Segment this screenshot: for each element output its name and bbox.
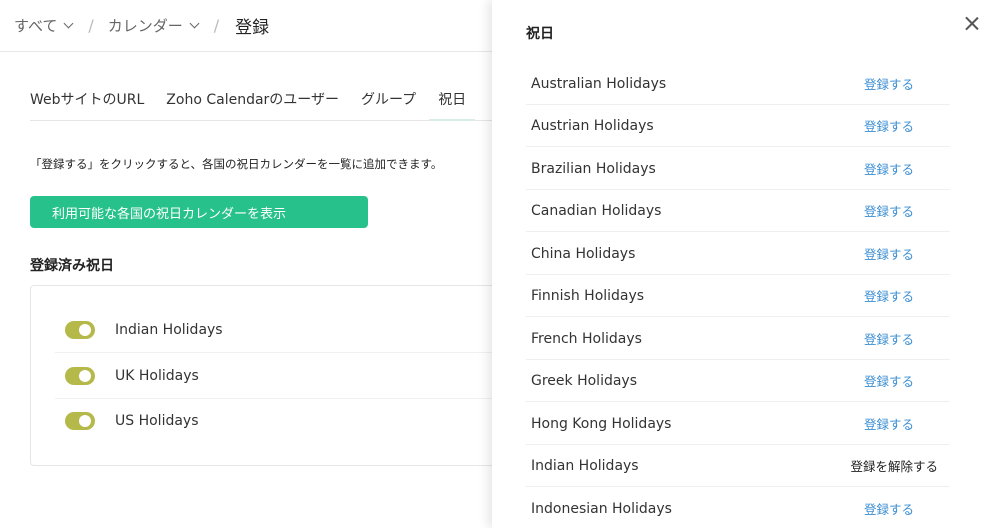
holiday-row: Australian Holidays 登録する — [526, 63, 950, 105]
chevron-down-icon — [189, 18, 200, 29]
subscribe-link[interactable]: 登録する — [864, 329, 950, 348]
holiday-name: Brazilian Holidays — [531, 160, 656, 177]
toggle-knob — [79, 323, 91, 336]
holiday-name: Australian Holidays — [531, 75, 667, 92]
holiday-row: Hong Kong Holidays 登録する — [526, 403, 950, 445]
holiday-row: Indian Holidays 登録を解除する — [526, 445, 950, 487]
toggle-switch[interactable] — [65, 366, 95, 385]
subscribe-link[interactable]: 登録する — [864, 74, 950, 93]
page-title: 登録 — [235, 18, 270, 38]
holiday-row: Canadian Holidays 登録する — [526, 190, 950, 232]
holiday-name: Hong Kong Holidays — [531, 415, 672, 432]
unsubscribe-link[interactable]: 登録を解除する — [850, 456, 938, 475]
holiday-row: China Holidays 登録する — [526, 233, 950, 275]
holiday-row: Austrian Holidays 登録する — [526, 105, 950, 147]
subscribe-link[interactable]: 登録する — [864, 499, 950, 518]
close-icon[interactable] — [960, 12, 984, 36]
tab-zoho-users[interactable]: Zoho Calendarのユーザー — [166, 80, 339, 121]
holiday-name: China Holidays — [531, 245, 636, 262]
subscribe-link[interactable]: 登録する — [864, 244, 950, 263]
subscribed-holidays-list: Indian Holidays UK Holidays US Holidays — [30, 285, 500, 466]
tab-website-url[interactable]: WebサイトのURL — [30, 80, 144, 121]
holiday-row: Finnish Holidays 登録する — [526, 275, 950, 317]
subscribe-link[interactable]: 登録する — [864, 116, 950, 135]
breadcrumb-calendar-label: カレンダー — [107, 17, 183, 35]
breadcrumb: すべて / カレンダー / 登録 — [0, 0, 492, 52]
breadcrumb-calendar[interactable]: カレンダー — [107, 15, 200, 36]
holiday-name: Austrian Holidays — [531, 117, 654, 134]
holiday-name: Indonesian Holidays — [531, 500, 672, 517]
subscribed-item: UK Holidays — [55, 353, 499, 399]
subscribed-item-name: US Holidays — [115, 413, 199, 429]
tab-groups[interactable]: グループ — [361, 80, 416, 121]
toggle-knob — [79, 369, 91, 382]
holiday-row: Brazilian Holidays 登録する — [526, 148, 950, 190]
toggle-switch[interactable] — [65, 412, 95, 430]
drawer-title: 祝日 — [526, 26, 554, 42]
subscribed-holidays-title: 登録済み祝日 — [30, 258, 114, 274]
subscribe-link[interactable]: 登録する — [864, 286, 950, 305]
toggle-knob — [79, 415, 91, 427]
subscribed-item-name: Indian Holidays — [115, 321, 223, 338]
toggle-switch[interactable] — [65, 320, 95, 339]
holiday-name: French Holidays — [531, 330, 642, 347]
subscribed-item: Indian Holidays — [55, 307, 499, 353]
description-text: 「登録する」をクリックすると、各国の祝日カレンダーを一覧に追加できます。 — [30, 157, 443, 171]
breadcrumb-separator: / — [213, 16, 220, 35]
holiday-name: Canadian Holidays — [531, 202, 662, 219]
holiday-row: Greek Holidays 登録する — [526, 360, 950, 402]
main-page: すべて / カレンダー / 登録 WebサイトのURL Zoho Calenda… — [0, 0, 500, 528]
subscribed-item-name: UK Holidays — [115, 367, 199, 384]
show-holiday-calendars-button[interactable]: 利用可能な各国の祝日カレンダーを表示 — [30, 196, 368, 228]
breadcrumb-all-label: すべて — [14, 17, 58, 35]
chevron-down-icon — [63, 18, 74, 29]
holiday-name: Indian Holidays — [531, 457, 639, 474]
holiday-row: French Holidays 登録する — [526, 318, 950, 360]
tab-bar: WebサイトのURL Zoho Calendarのユーザー グループ 祝日 — [30, 80, 492, 121]
holiday-name: Finnish Holidays — [531, 287, 645, 304]
tab-holidays[interactable]: 祝日 — [429, 80, 476, 121]
subscribe-link[interactable]: 登録する — [864, 201, 950, 220]
holiday-row: Indonesian Holidays 登録する — [526, 488, 950, 528]
subscribed-item: US Holidays — [55, 398, 499, 444]
breadcrumb-all[interactable]: すべて — [14, 15, 74, 36]
subscribe-link[interactable]: 登録する — [864, 414, 950, 433]
subscribe-link[interactable]: 登録する — [864, 159, 950, 178]
holiday-name: Greek Holidays — [531, 372, 637, 389]
breadcrumb-separator: / — [88, 16, 94, 35]
holidays-drawer: 祝日 Australian Holidays 登録する Austrian Hol… — [492, 0, 1000, 528]
subscribe-link[interactable]: 登録する — [864, 371, 950, 390]
